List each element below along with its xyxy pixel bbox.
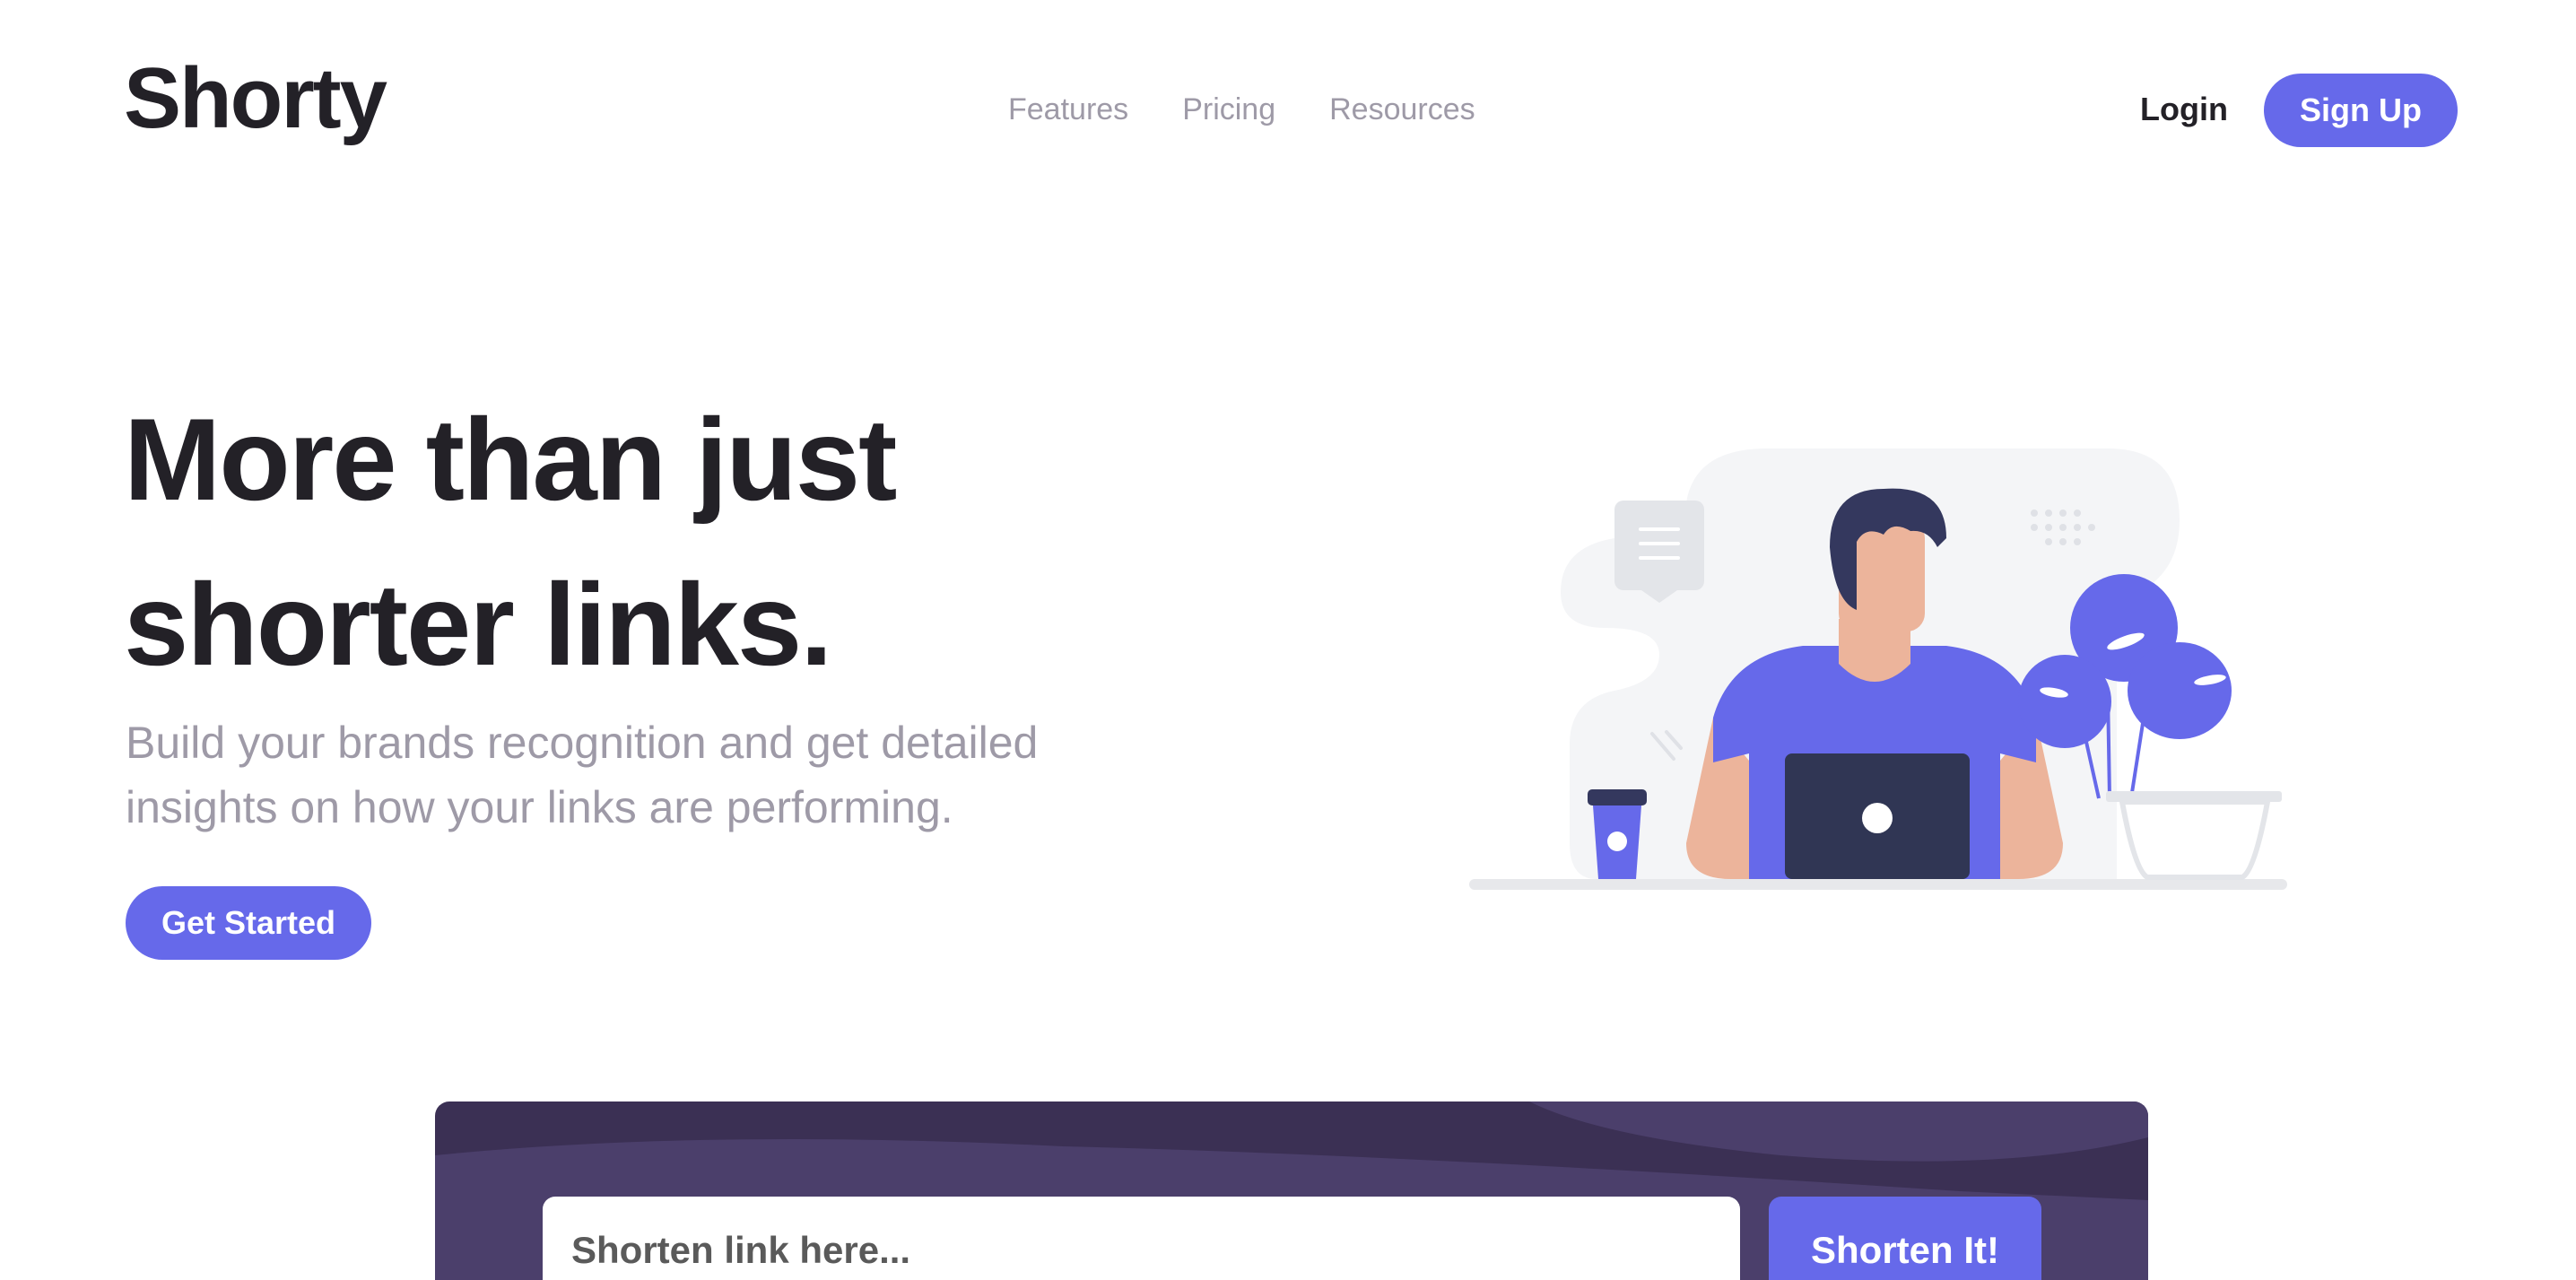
nav-resources[interactable]: Resources <box>1329 91 1475 127</box>
hero-subtitle-line1: Build your brands recognition and get de… <box>126 718 1039 768</box>
shorten-it-button[interactable]: Shorten It! <box>1769 1197 2041 1280</box>
shorten-link-input[interactable] <box>543 1197 1740 1280</box>
signup-button[interactable]: Sign Up <box>2264 74 2458 147</box>
hero-headline-line2: shorter links. <box>124 559 832 690</box>
main-nav: Features Pricing Resources <box>1008 91 1475 127</box>
hero-headline-line1: More than just <box>124 394 897 525</box>
hero-headline: More than just shorter links. <box>124 377 1200 707</box>
nav-features[interactable]: Features <box>1008 91 1128 127</box>
logo[interactable]: Shorty <box>124 56 387 142</box>
nav-pricing[interactable]: Pricing <box>1182 91 1275 127</box>
login-link[interactable]: Login <box>2140 91 2228 127</box>
shorten-panel: Shorten It! <box>435 1101 2148 1280</box>
hero-subtitle: Build your brands recognition and get de… <box>126 710 1202 840</box>
hero-subtitle-line2: insights on how your links are performin… <box>126 782 953 832</box>
get-started-button[interactable]: Get Started <box>126 886 371 960</box>
person-working-illustration <box>1469 448 2287 890</box>
